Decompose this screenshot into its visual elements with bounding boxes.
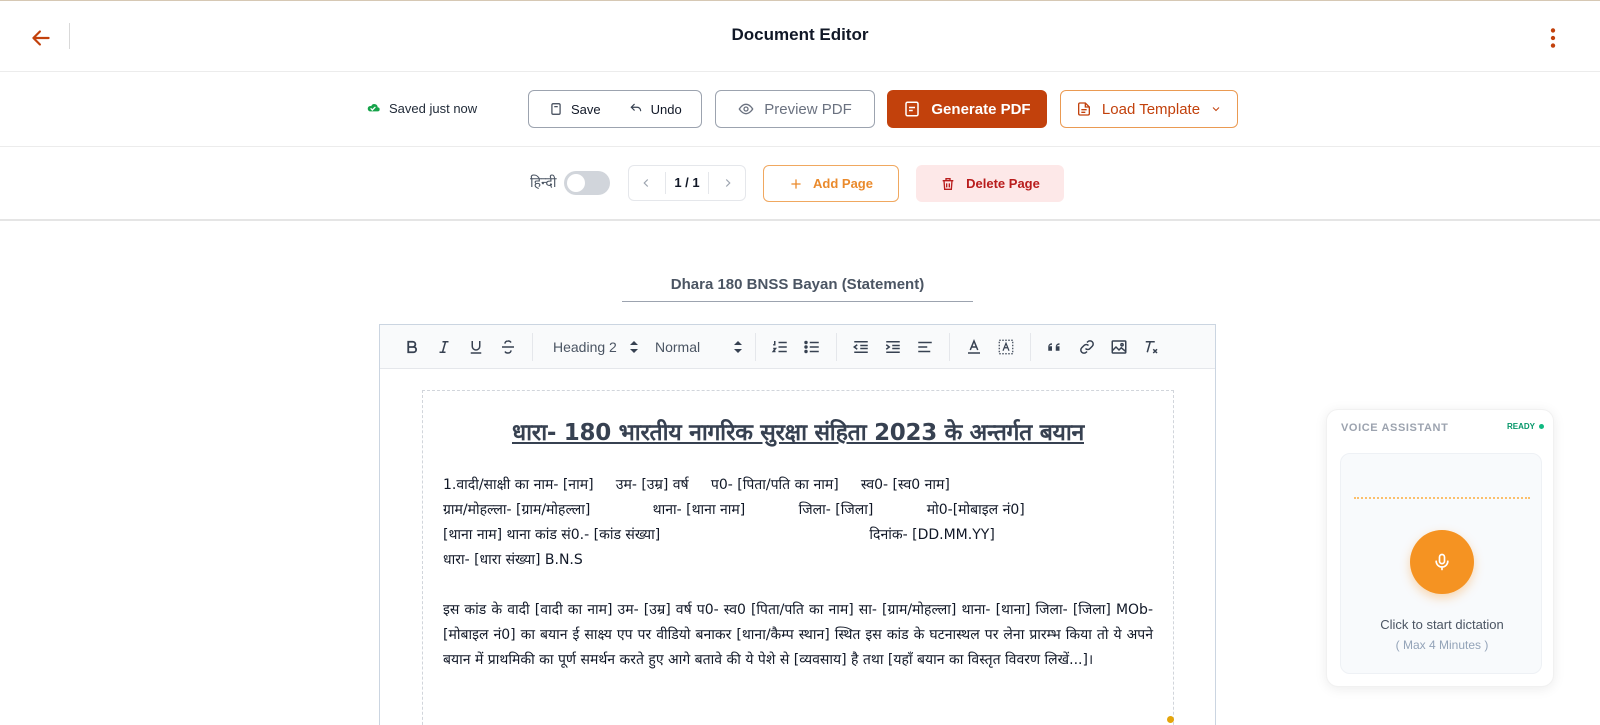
main-toolbar: Saved just now Save Undo Preview PDF Gen…: [0, 72, 1600, 147]
load-template-button[interactable]: Load Template: [1060, 90, 1238, 128]
document-title-input[interactable]: Dhara 180 BNSS Bayan (Statement): [622, 268, 973, 302]
dictation-hint: Click to start dictation: [1380, 617, 1504, 632]
bullet-list-icon[interactable]: [796, 333, 828, 361]
page-navigator: 1 / 1: [628, 165, 746, 201]
page-title: Document Editor: [731, 25, 869, 44]
link-icon[interactable]: [1071, 333, 1103, 361]
undo-label: Undo: [650, 101, 682, 117]
top-bar: Document Editor: [0, 0, 1600, 72]
indent-icon[interactable]: [877, 333, 909, 361]
updown-icon: [734, 340, 742, 353]
image-icon[interactable]: [1103, 333, 1135, 361]
add-page-button[interactable]: Add Page: [763, 165, 899, 202]
editor-toolbar: Heading 2 Normal: [380, 325, 1215, 369]
document-page[interactable]: धारा- 180 भारतीय नागरिक सुरक्षा संहिता 2…: [422, 390, 1174, 725]
align-left-icon[interactable]: [909, 333, 941, 361]
page-indicator: 1 / 1: [665, 172, 709, 194]
details-line: 1.वादी/साक्षी का नाम- [नाम] उम- [उम्र] व…: [443, 477, 950, 493]
delete-page-label: Delete Page: [966, 176, 1040, 191]
toolbar-divider: [755, 332, 756, 361]
dictation-limit: ( Max 4 Minutes ): [1395, 638, 1489, 652]
plus-icon: [791, 178, 801, 189]
save-label: Save: [571, 101, 601, 117]
microphone-button[interactable]: [1410, 530, 1474, 594]
clear-format-icon[interactable]: [1135, 333, 1167, 361]
document-heading: धारा- 180 भारतीय नागरिक सुरक्षा संहिता 2…: [511, 420, 1084, 446]
preview-pdf-button[interactable]: Preview PDF: [715, 90, 875, 128]
ordered-list-icon[interactable]: [764, 333, 796, 361]
details-line: ग्राम/मोहल्ला- [ग्राम/मोहल्ला] थाना- [था…: [443, 502, 1025, 518]
cloud-check-icon: [367, 104, 380, 112]
save-undo-group: Save Undo: [528, 90, 702, 128]
save-icon: [551, 103, 561, 115]
eye-icon: [738, 103, 754, 115]
outdent-icon[interactable]: [845, 333, 877, 361]
voice-assistant-title: VOICE ASSISTANT: [1341, 422, 1449, 434]
details-line: धारा- [धारा संख्या] B.N.S: [443, 552, 583, 568]
chevron-left-icon[interactable]: [639, 176, 653, 190]
quote-icon[interactable]: [1039, 333, 1071, 361]
text-color-icon[interactable]: [958, 333, 990, 361]
bold-icon[interactable]: [396, 333, 428, 361]
heading-select[interactable]: Heading 2: [541, 339, 643, 355]
details-line: [थाना नाम] थाना कांड सं0.- [कांड संख्या]…: [443, 527, 995, 543]
add-page-label: Add Page: [813, 176, 873, 191]
microphone-icon: [1435, 553, 1449, 571]
status-badge: READY: [1507, 422, 1545, 431]
chevron-down-icon: [1212, 107, 1220, 112]
toolbar-divider: [836, 332, 837, 361]
details-block: 1.वादी/साक्षी का नाम- [नाम] उम- [उम्र] व…: [443, 473, 1153, 573]
italic-icon[interactable]: [428, 333, 460, 361]
size-select-value: Normal: [655, 338, 701, 355]
toolbar-divider: [532, 332, 533, 361]
more-vertical-icon[interactable]: [1540, 25, 1566, 51]
rich-text-editor: Heading 2 Normal धारा- 180 भारतीय नागरिक…: [379, 324, 1216, 725]
toggle-knob: [567, 174, 585, 192]
preview-label: Preview PDF: [764, 100, 852, 118]
underline-icon[interactable]: [460, 333, 492, 361]
pdf-icon: [905, 101, 920, 117]
strikethrough-icon[interactable]: [492, 333, 524, 361]
delete-page-button[interactable]: Delete Page: [916, 165, 1064, 202]
statement-paragraph: इस कांड के वादी [वादी का नाम] उम- [उम्र]…: [443, 602, 1153, 668]
waveform: [1354, 497, 1530, 501]
background-color-icon[interactable]: [990, 333, 1022, 361]
undo-icon: [630, 103, 641, 112]
language-label: हिन्दी: [530, 175, 557, 191]
file-text-icon: [1077, 102, 1090, 116]
save-status-text: Saved just now: [389, 100, 478, 116]
updown-icon: [630, 340, 638, 353]
voice-assistant-panel: VOICE ASSISTANT READY Click to start dic…: [1326, 409, 1554, 687]
undo-button[interactable]: Undo: [615, 102, 696, 117]
language-toggle[interactable]: [564, 171, 610, 195]
status-dot-icon: [1539, 424, 1545, 429]
page-controls: हिन्दी 1 / 1 Add Page Delete Page: [0, 147, 1600, 221]
template-label: Load Template: [1101, 100, 1201, 118]
dictation-area: Click to start dictation ( Max 4 Minutes…: [1340, 453, 1542, 674]
voice-status-text: READY: [1507, 422, 1536, 431]
generate-label: Generate PDF: [931, 100, 1031, 118]
trash-icon: [942, 177, 954, 190]
toolbar-divider: [1030, 332, 1031, 361]
heading-select-value: Heading 2: [553, 338, 617, 355]
toolbar-divider: [949, 332, 950, 361]
save-status: Saved just now: [365, 100, 477, 116]
save-button[interactable]: Save: [529, 102, 615, 117]
size-select[interactable]: Normal: [643, 339, 747, 355]
generate-pdf-button[interactable]: Generate PDF: [887, 90, 1047, 128]
chevron-right-icon[interactable]: [721, 176, 735, 190]
resize-handle[interactable]: [1167, 716, 1174, 723]
